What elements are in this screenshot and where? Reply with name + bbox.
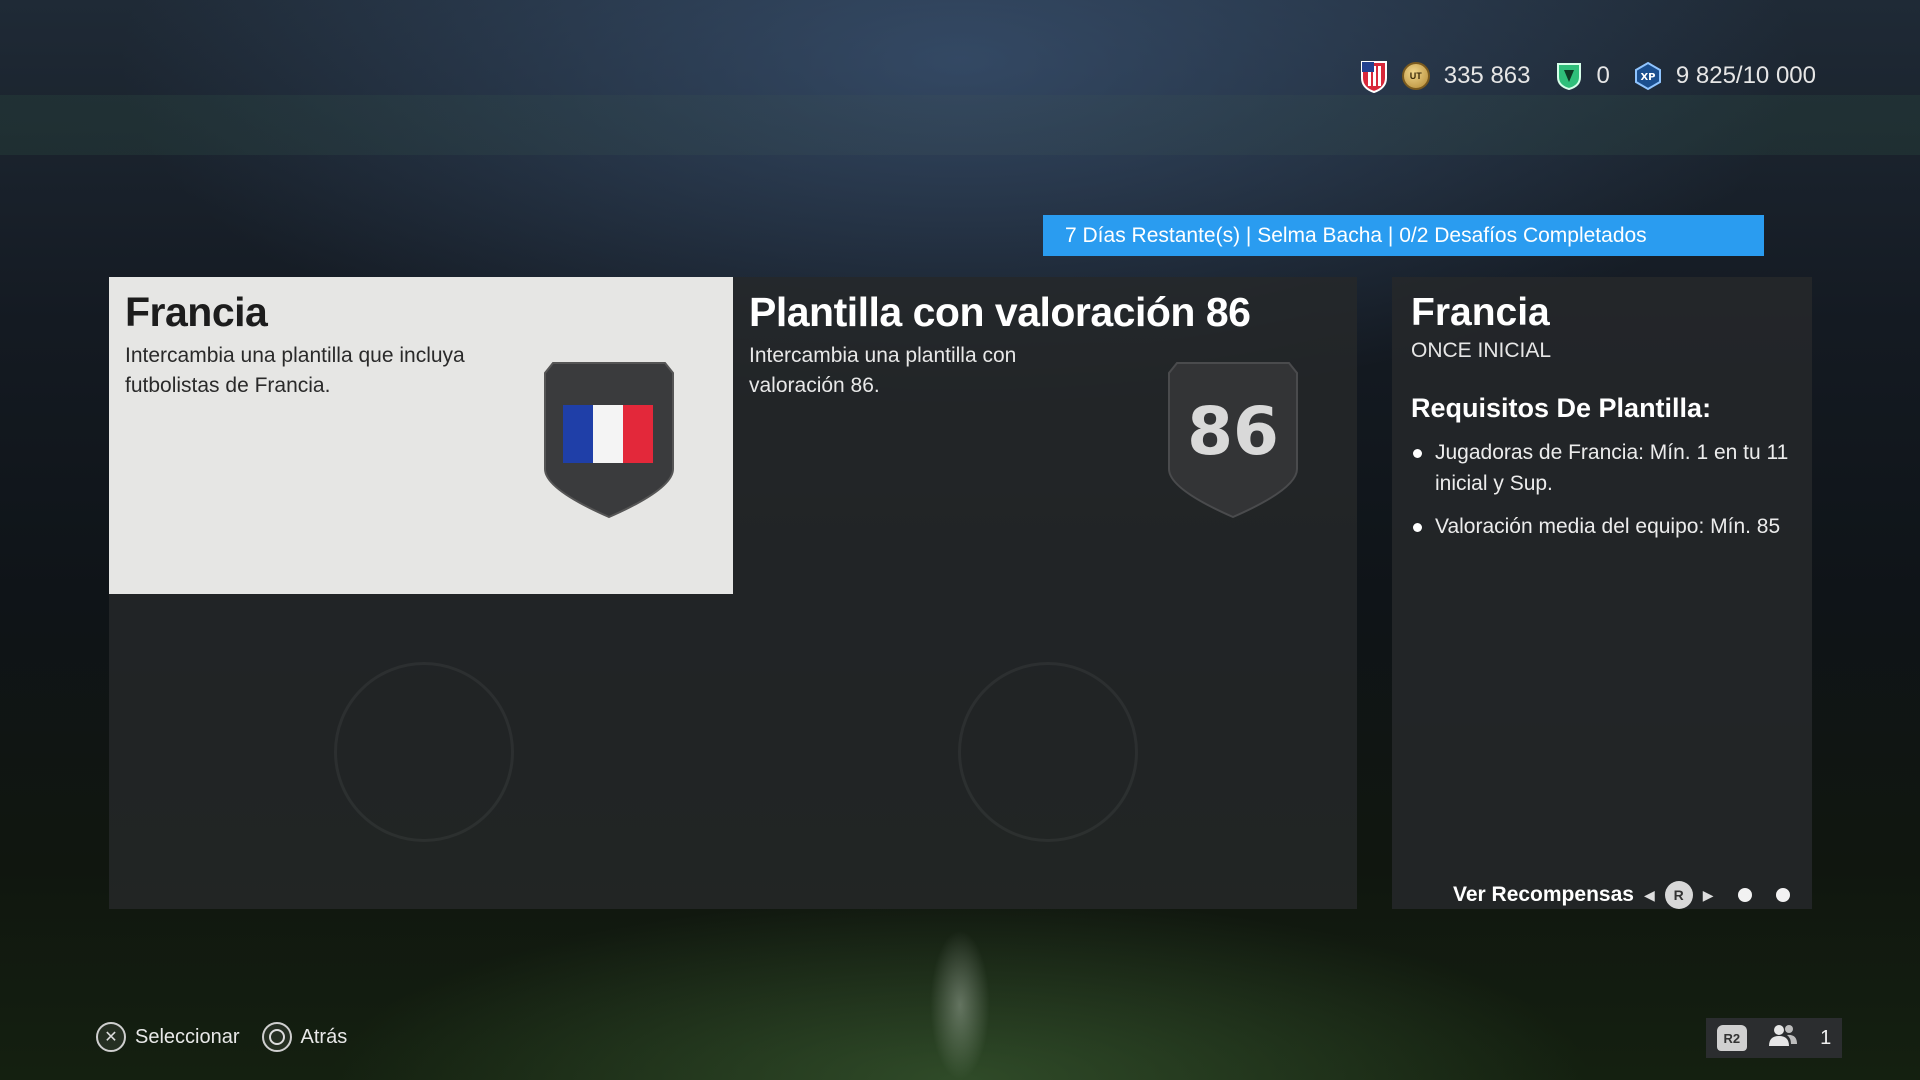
- circle-button-icon: [261, 1022, 292, 1052]
- requirement-text: Jugadoras de Francia: Mín. 1 en tu 11 in…: [1435, 441, 1789, 495]
- challenge-description: Intercambia una plantilla con valoración…: [749, 344, 1017, 397]
- friends-button[interactable]: R2 1: [1706, 1018, 1842, 1058]
- challenge-card-francia[interactable]: Francia Intercambia una plantilla que in…: [109, 277, 733, 594]
- arrow-right-icon: ▶: [1702, 886, 1714, 903]
- requirements-list: Jugadoras de Francia: Mín. 1 en tu 11 in…: [1411, 437, 1791, 554]
- page-dot-icon: [1737, 888, 1752, 902]
- bullet-icon: [1413, 449, 1422, 458]
- club-crest-icon: [1360, 58, 1388, 94]
- watermark-emblem: [334, 662, 514, 842]
- back-label: Atrás: [300, 1025, 348, 1048]
- fc-points-icon: [1555, 61, 1583, 91]
- view-rewards-label: Ver Recompensas: [1453, 883, 1634, 906]
- friends-icon: [1768, 1023, 1798, 1053]
- detail-title: Francia: [1411, 291, 1550, 334]
- requirement-item: Valoración media del equipo: Mín. 85: [1411, 511, 1791, 542]
- svg-text:XP: XP: [1640, 72, 1655, 83]
- select-button[interactable]: ✕ Seleccionar: [96, 1022, 240, 1052]
- requirement-text: Valoración media del equipo: Mín. 85: [1435, 515, 1781, 538]
- pitch-center-line: [930, 930, 990, 1080]
- xp-icon: XP: [1634, 61, 1662, 91]
- coin-icon: UT: [1401, 62, 1430, 90]
- cross-button-icon: ✕: [96, 1022, 126, 1052]
- requirements-heading: Requisitos De Plantilla:: [1411, 393, 1712, 423]
- challenge-description: Intercambia una plantilla que incluya fu…: [125, 344, 465, 397]
- points-value: 0: [1596, 62, 1610, 89]
- view-rewards-button[interactable]: Ver Recompensas ◀ R ▶: [1453, 877, 1790, 913]
- challenge-title: Francia: [125, 289, 268, 335]
- france-flag-badge-icon: [541, 353, 677, 521]
- currency-hud: UT 335 863 0 XP 9 825/10 000: [1360, 56, 1826, 96]
- coins-value: 335 863: [1443, 62, 1531, 89]
- challenges-panel: Francia Intercambia una plantilla que in…: [109, 277, 1357, 909]
- rating-badge-icon: 86: [1165, 353, 1301, 521]
- back-button[interactable]: Atrás: [261, 1022, 348, 1052]
- challenge-status-banner: 7 Días Restante(s) | Selma Bacha | 0/2 D…: [1043, 215, 1764, 256]
- stadium-background-band: [0, 95, 1920, 155]
- detail-subtitle: ONCE INICIAL: [1411, 339, 1552, 362]
- friends-count: 1: [1820, 1026, 1832, 1049]
- r2-button-icon: R2: [1716, 1025, 1747, 1051]
- bullet-icon: [1413, 523, 1422, 532]
- challenge-card-valoracion[interactable]: Plantilla con valoración 86 Intercambia …: [733, 277, 1357, 594]
- rating-badge-number: 86: [1187, 393, 1279, 470]
- right-stick-icon: R: [1664, 881, 1693, 909]
- xp-value: 9 825/10 000: [1675, 62, 1816, 89]
- challenge-title: Plantilla con valoración 86: [749, 289, 1251, 335]
- page-dot-icon: [1775, 888, 1790, 902]
- watermark-emblem: [958, 662, 1138, 842]
- controller-hints: ✕ Seleccionar Atrás: [96, 1022, 347, 1052]
- requirement-item: Jugadoras de Francia: Mín. 1 en tu 11 in…: [1411, 437, 1791, 499]
- arrow-left-icon: ◀: [1643, 886, 1655, 903]
- challenge-detail-panel: Francia ONCE INICIAL Requisitos De Plant…: [1392, 277, 1812, 909]
- select-label: Seleccionar: [135, 1025, 240, 1048]
